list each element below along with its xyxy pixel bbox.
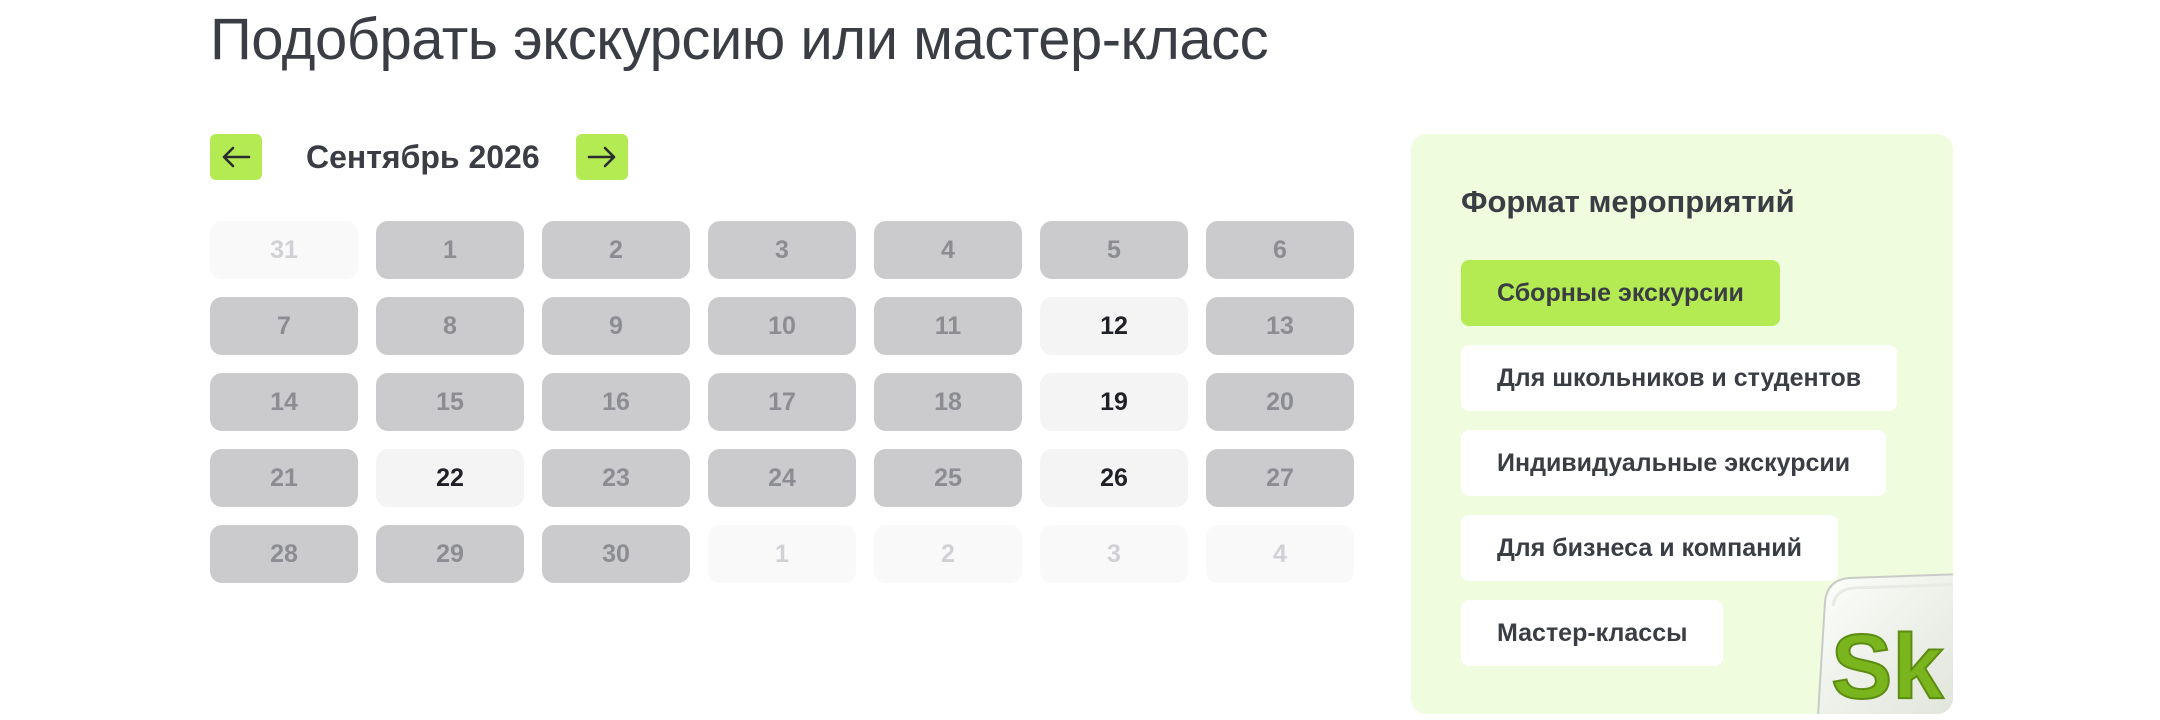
calendar-day: 2 (542, 221, 690, 279)
calendar-day: 18 (874, 373, 1022, 431)
month-label: Сентябрь 2026 (306, 139, 540, 175)
calendar-day: 6 (1206, 221, 1354, 279)
calendar-day: 13 (1206, 297, 1354, 355)
format-option-button[interactable]: Индивидуальные экскурсии (1461, 430, 1887, 496)
calendar-day: 9 (542, 297, 690, 355)
calendar-day: 2 (874, 525, 1022, 583)
calendar-day: 27 (1206, 449, 1354, 507)
calendar-day: 17 (708, 373, 856, 431)
calendar-day: 3 (708, 221, 856, 279)
calendar-day: 30 (542, 525, 690, 583)
arrow-right-icon (587, 146, 616, 168)
format-option-button[interactable]: Мастер-классы (1461, 600, 1724, 666)
format-option-button[interactable]: Для бизнеса и компаний (1461, 515, 1838, 581)
arrow-left-icon (222, 146, 251, 168)
format-option-button[interactable]: Сборные экскурсии (1461, 260, 1780, 326)
calendar-day: 31 (210, 221, 358, 279)
calendar-day: 11 (874, 297, 1022, 355)
calendar-day: 4 (874, 221, 1022, 279)
calendar-day: 15 (376, 373, 524, 431)
calendar-day: 4 (1206, 525, 1354, 583)
calendar-day[interactable]: 22 (376, 449, 524, 507)
calendar-day[interactable]: 26 (1040, 449, 1188, 507)
calendar-day: 8 (376, 297, 524, 355)
calendar-day: 1 (376, 221, 524, 279)
prev-month-button[interactable] (210, 134, 262, 180)
calendar-day: 28 (210, 525, 358, 583)
calendar-day: 14 (210, 373, 358, 431)
page-title: Подобрать экскурсию или мастер-класс (210, 7, 1269, 72)
format-panel-title: Формат мероприятий (1461, 184, 1795, 219)
calendar-day: 16 (542, 373, 690, 431)
calendar-day: 25 (874, 449, 1022, 507)
calendar-day: 24 (708, 449, 856, 507)
calendar-day: 7 (210, 297, 358, 355)
svg-text:Sk: Sk (1831, 616, 1944, 714)
calendar-day[interactable]: 12 (1040, 297, 1188, 355)
calendar-day: 23 (542, 449, 690, 507)
calendar-day: 10 (708, 297, 856, 355)
calendar-day: 29 (376, 525, 524, 583)
format-panel: Формат мероприятий Сборные экскурсии Для … (1411, 134, 1953, 714)
calendar-day: 1 (708, 525, 856, 583)
format-option-button[interactable]: Для школьников и студентов (1461, 345, 1898, 411)
calendar-grid: 31 1 2 3 4 5 6 7 8 9 10 11 12 13 14 15 16 17 18 19 20 21 22 23 2… (210, 221, 1354, 583)
calendar-day: 5 (1040, 221, 1188, 279)
calendar-day: 21 (210, 449, 358, 507)
next-month-button[interactable] (576, 134, 628, 180)
calendar-day[interactable]: 19 (1040, 373, 1188, 431)
skolkovo-logo-icon: Sk (1817, 573, 1953, 714)
calendar-day: 20 (1206, 373, 1354, 431)
calendar-day: 3 (1040, 525, 1188, 583)
